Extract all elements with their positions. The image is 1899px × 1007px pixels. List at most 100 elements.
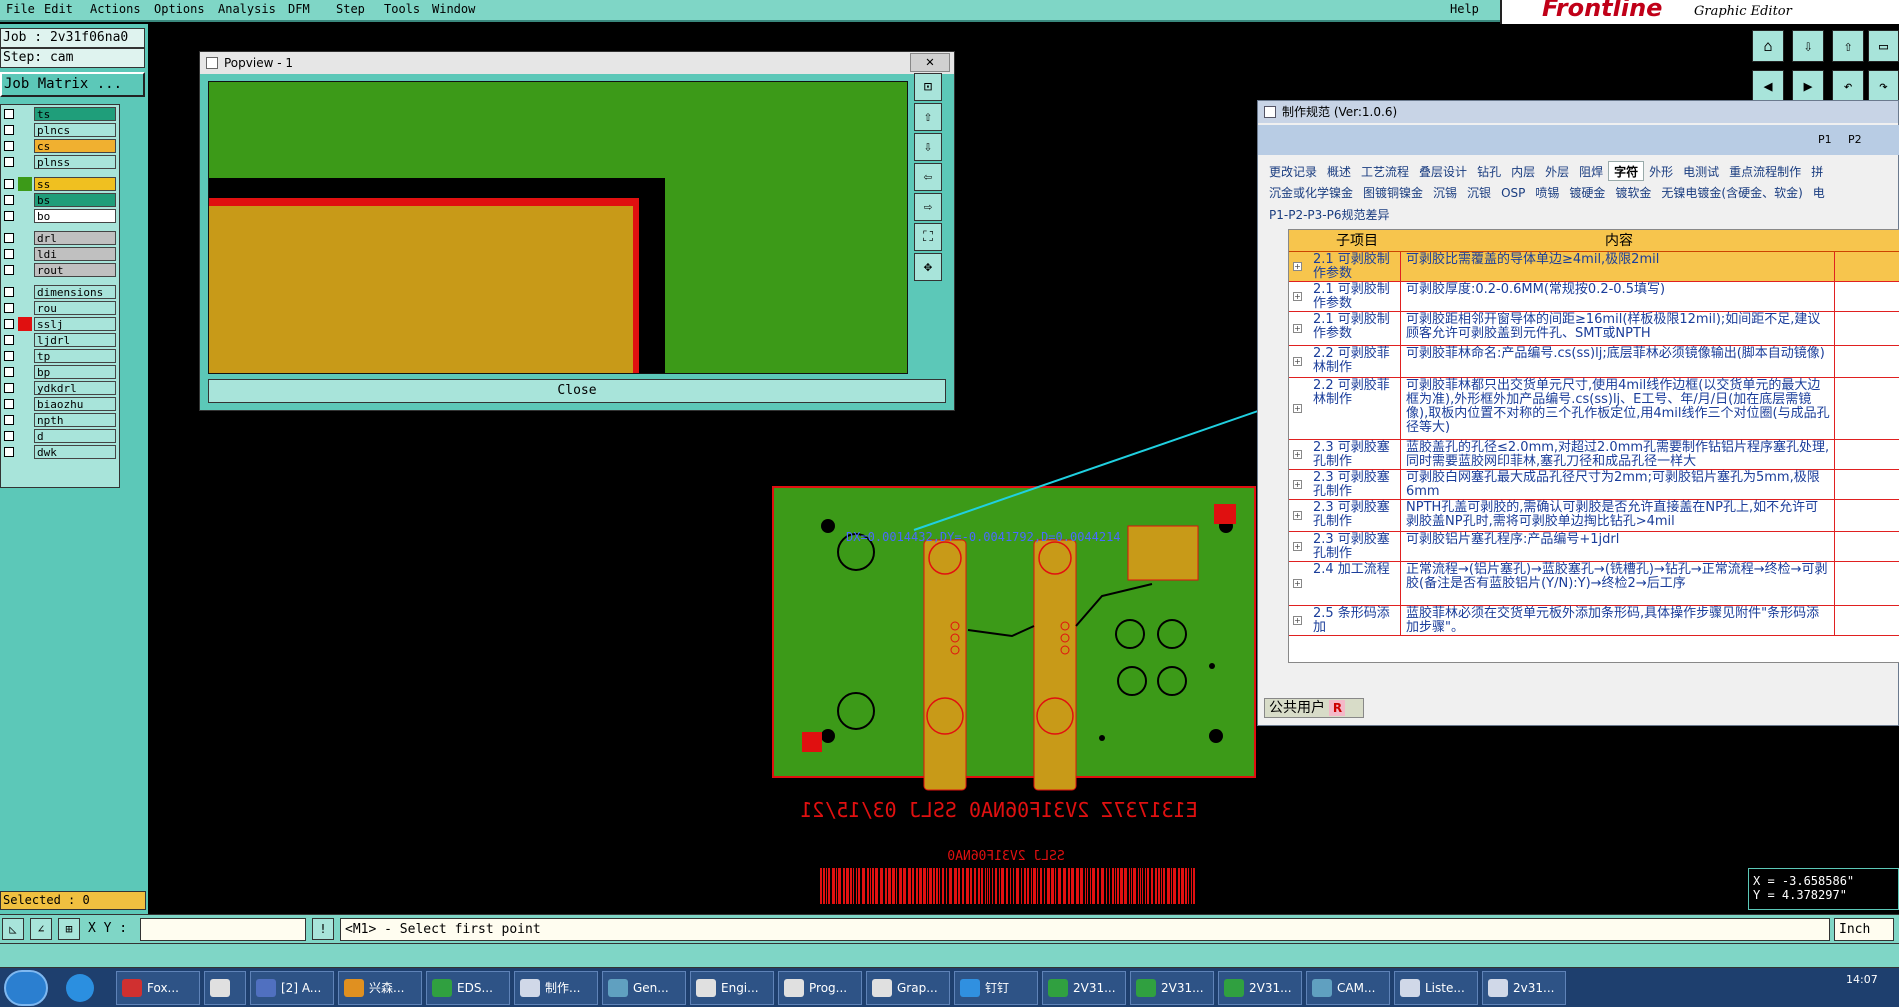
tab-tabs_row1-11[interactable]: 重点流程制作 bbox=[1724, 162, 1806, 182]
tab-tabs_row2-8[interactable]: 无镍电镀金(含硬金、软金) bbox=[1656, 183, 1807, 203]
table-row[interactable]: +2.2 可剥胶菲林制作 可剥胶菲林命名:产品编号.cs(ss)lj;底层菲林必须… bbox=[1289, 346, 1899, 378]
info-icon[interactable]: ! bbox=[312, 918, 334, 940]
taskbar-item[interactable]: 2V31... bbox=[1042, 971, 1126, 1005]
column-header-sub[interactable]: 子项目 bbox=[1311, 230, 1403, 252]
menu-file[interactable]: File bbox=[6, 2, 35, 16]
column-header-content[interactable]: 内容 bbox=[1403, 230, 1835, 252]
layer-checkbox[interactable] bbox=[4, 415, 14, 425]
pinned-app-icon[interactable] bbox=[66, 974, 94, 1002]
pv-tool-down-icon[interactable]: ⇩ bbox=[914, 133, 942, 161]
tool-home-icon[interactable]: ⌂ bbox=[1752, 30, 1784, 62]
taskbar-item[interactable] bbox=[204, 971, 246, 1005]
layer-row-ydkdrl[interactable]: ydkdrl bbox=[1, 381, 119, 395]
taskbar-item[interactable]: Grap... bbox=[866, 971, 950, 1005]
menu-help[interactable]: Help bbox=[1450, 2, 1479, 16]
layer-row-tp[interactable]: tp bbox=[1, 349, 119, 363]
expand-icon[interactable]: + bbox=[1293, 324, 1302, 333]
board-canvas[interactable]: E131737Z 2V31F06NA0 SSLJ 03/15/21 SSLJ 2… bbox=[772, 486, 1258, 906]
layer-row-cs[interactable]: cs bbox=[1, 139, 119, 153]
table-row[interactable]: +2.1 可剥胶制作参数 可剥胶距相邻开窗导体的间距≥16mil(样板极限12mi… bbox=[1289, 312, 1899, 346]
menu-tools[interactable]: Tools bbox=[384, 2, 420, 16]
pv-tool-up-icon[interactable]: ⇧ bbox=[914, 103, 942, 131]
grid-tool-icon[interactable]: ⊞ bbox=[58, 918, 80, 940]
tab-tabs_row2-3[interactable]: 沉银 bbox=[1462, 183, 1496, 203]
taskbar-item[interactable]: Engi... bbox=[690, 971, 774, 1005]
layer-row-ldi[interactable]: ldi bbox=[1, 247, 119, 261]
angle-tool-icon[interactable]: ∠ bbox=[30, 918, 52, 940]
expand-icon[interactable]: + bbox=[1293, 404, 1302, 413]
tab-tabs_row1-2[interactable]: 工艺流程 bbox=[1356, 162, 1414, 182]
menu-options[interactable]: Options bbox=[154, 2, 205, 16]
layer-row-drl[interactable]: drl bbox=[1, 231, 119, 245]
table-row[interactable]: +2.1 可剥胶制作参数 可剥胶厚度:0.2-0.6MM(常规按0.2-0.5填写… bbox=[1289, 282, 1899, 312]
taskbar-item[interactable]: Fox... bbox=[116, 971, 200, 1005]
expand-icon[interactable]: + bbox=[1293, 616, 1302, 625]
tab-tabs_row1-6[interactable]: 外层 bbox=[1540, 162, 1574, 182]
layer-checkbox[interactable] bbox=[4, 211, 14, 221]
tab-tabs_row2-4[interactable]: OSP bbox=[1496, 183, 1530, 203]
taskbar-item[interactable]: [2] A... bbox=[250, 971, 334, 1005]
expand-icon[interactable]: + bbox=[1293, 450, 1302, 459]
menu-window[interactable]: Window bbox=[432, 2, 475, 16]
tab-tabs_row1-1[interactable]: 概述 bbox=[1322, 162, 1356, 182]
layer-row-biaozhu[interactable]: biaozhu bbox=[1, 397, 119, 411]
tool-forward-icon[interactable]: ▶ bbox=[1792, 70, 1824, 102]
filter-p1[interactable]: P1 bbox=[1818, 133, 1832, 146]
expand-icon[interactable]: + bbox=[1293, 579, 1302, 588]
layer-row-rou[interactable]: rou bbox=[1, 301, 119, 315]
expand-icon[interactable]: + bbox=[1293, 480, 1302, 489]
tab-spec-diff[interactable]: P1-P2-P3-P6规范差异 bbox=[1264, 205, 1394, 225]
layer-row-dwk[interactable]: dwk bbox=[1, 445, 119, 459]
menu-actions[interactable]: Actions bbox=[90, 2, 141, 16]
layer-row-rout[interactable]: rout bbox=[1, 263, 119, 277]
table-row[interactable]: +2.3 可剥胶塞孔制作 可剥胶白网塞孔最大成品孔径尺寸为2mm;可剥胶铝片塞孔为… bbox=[1289, 470, 1899, 500]
layer-row-ss[interactable]: ss bbox=[1, 177, 119, 191]
start-button[interactable] bbox=[4, 970, 48, 1006]
tab-tabs_row2-2[interactable]: 沉锡 bbox=[1428, 183, 1462, 203]
layer-row-plncs[interactable]: plncs bbox=[1, 123, 119, 137]
layer-row-ljdrl[interactable]: ljdrl bbox=[1, 333, 119, 347]
pv-tool-right-icon[interactable]: ⇨ bbox=[914, 193, 942, 221]
tool-import-icon[interactable]: ⇩ bbox=[1792, 30, 1824, 62]
layer-checkbox[interactable] bbox=[4, 319, 14, 329]
layer-checkbox[interactable] bbox=[4, 195, 14, 205]
pv-tool-zoom-icon[interactable]: ⊡ bbox=[914, 73, 942, 101]
pv-tool-fit-icon[interactable]: ⛶ bbox=[914, 223, 942, 251]
expand-icon[interactable]: + bbox=[1293, 292, 1302, 301]
table-row[interactable]: +2.3 可剥胶塞孔制作 NPTH孔盖可剥胶的,需确认可剥胶是否允许直接盖在NP孔… bbox=[1289, 500, 1899, 532]
layer-checkbox[interactable] bbox=[4, 399, 14, 409]
expand-icon[interactable]: + bbox=[1293, 511, 1302, 520]
tab-tabs_row1-3[interactable]: 叠层设计 bbox=[1414, 162, 1472, 182]
layer-row-dimensions[interactable]: dimensions bbox=[1, 285, 119, 299]
tab-tabs_row2-9[interactable]: 电 bbox=[1808, 183, 1830, 203]
layer-checkbox[interactable] bbox=[4, 179, 14, 189]
layer-checkbox[interactable] bbox=[4, 303, 14, 313]
layer-row-d[interactable]: d bbox=[1, 429, 119, 443]
taskbar-item[interactable]: 2v31... bbox=[1482, 971, 1566, 1005]
tool-window-icon[interactable]: ▭ bbox=[1868, 30, 1899, 62]
expand-icon[interactable]: + bbox=[1293, 262, 1302, 271]
layer-checkbox[interactable] bbox=[4, 383, 14, 393]
taskbar-item[interactable]: Gen... bbox=[602, 971, 686, 1005]
taskbar-item[interactable]: CAM... bbox=[1306, 971, 1390, 1005]
tool-export-icon[interactable]: ⇧ bbox=[1832, 30, 1864, 62]
menu-step[interactable]: Step bbox=[336, 2, 365, 16]
table-row[interactable]: +2.3 可剥胶塞孔制作 可剥胶铝片塞孔程序:产品编号+1jdrl bbox=[1289, 532, 1899, 562]
measure-tool-icon[interactable]: ◺ bbox=[2, 918, 24, 940]
layer-checkbox[interactable] bbox=[4, 431, 14, 441]
tab-tabs_row2-6[interactable]: 镀硬金 bbox=[1564, 183, 1610, 203]
layer-checkbox[interactable] bbox=[4, 141, 14, 151]
tab-tabs_row1-9[interactable]: 外形 bbox=[1644, 162, 1678, 182]
popview-canvas[interactable] bbox=[208, 81, 908, 374]
units-select[interactable]: Inch bbox=[1834, 918, 1894, 941]
layer-row-sslj[interactable]: sslj bbox=[1, 317, 119, 331]
layer-checkbox[interactable] bbox=[4, 125, 14, 135]
tool-back-icon[interactable]: ◀ bbox=[1752, 70, 1784, 102]
layer-checkbox[interactable] bbox=[4, 335, 14, 345]
taskbar-item[interactable]: 2V31... bbox=[1130, 971, 1214, 1005]
layer-row-npth[interactable]: npth bbox=[1, 413, 119, 427]
popview-close-icon[interactable]: ✕ bbox=[910, 53, 950, 72]
xy-input[interactable] bbox=[140, 918, 306, 941]
taskbar-item[interactable]: EDS... bbox=[426, 971, 510, 1005]
expand-icon[interactable]: + bbox=[1293, 542, 1302, 551]
